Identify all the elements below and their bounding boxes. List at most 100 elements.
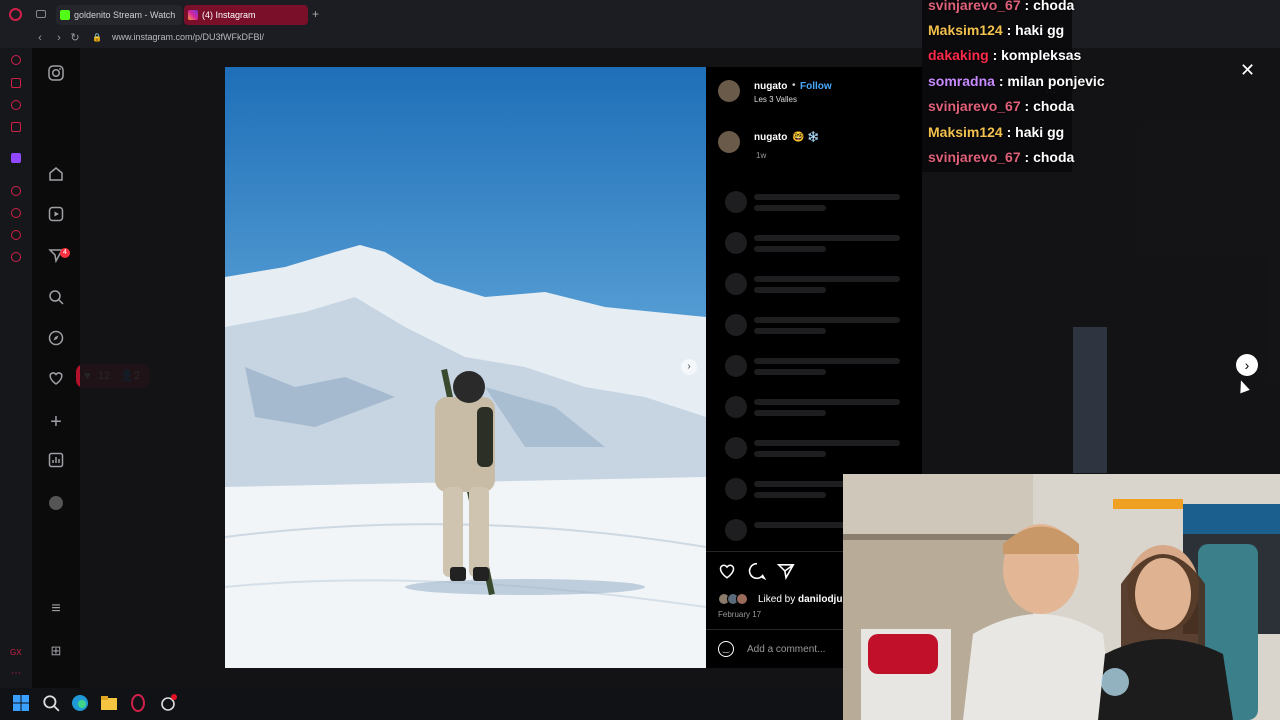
loading-comment-line [754, 287, 826, 293]
lock-icon: 🔒 [92, 33, 102, 42]
post-location[interactable]: Les 3 Valles [754, 95, 797, 104]
reload-icon[interactable]: ↻ [68, 31, 82, 45]
explore-icon[interactable] [46, 330, 66, 350]
search-taskbar-icon[interactable] [42, 694, 62, 714]
file-explorer-icon[interactable] [100, 694, 120, 714]
chat-text: : milan ponjevic [998, 73, 1105, 89]
sidebar-gx-icon[interactable]: GX [10, 648, 22, 657]
loading-comment-avatar [725, 273, 747, 295]
liked-by-avatars[interactable] [718, 593, 754, 605]
kick-icon [60, 10, 70, 20]
app-taskbar-icon[interactable] [159, 694, 179, 714]
loading-comment-line [754, 328, 826, 334]
emoji-icon[interactable]: ‿ [718, 641, 734, 657]
photo-next-arrow-icon[interactable]: › [681, 359, 697, 375]
dashboard-icon[interactable] [46, 452, 66, 472]
like-icon[interactable] [718, 562, 736, 585]
sidebar-history-icon[interactable] [11, 208, 21, 218]
post-date: February 17 [718, 610, 762, 619]
loading-comment-avatar [725, 437, 747, 459]
sidebar-twitch-icon[interactable] [11, 153, 21, 163]
back-icon[interactable]: ‹ [33, 31, 47, 45]
opera-logo-icon[interactable] [9, 8, 22, 21]
loading-comment-line [754, 246, 826, 252]
chat-message: Maksim124 : haki gg [928, 124, 1064, 140]
chat-text: : haki gg [1006, 22, 1065, 38]
workspaces-icon[interactable] [36, 10, 46, 18]
chat-text: : kompleksas [992, 47, 1082, 63]
sidebar-extensions-icon[interactable] [11, 230, 21, 240]
liked-by-user[interactable]: danilodju [798, 594, 842, 605]
search-icon[interactable] [46, 289, 66, 309]
close-icon[interactable]: ✕ [1240, 60, 1255, 81]
also-from-meta-icon[interactable]: ⊞ [46, 641, 66, 661]
windows-taskbar [0, 688, 843, 720]
loading-comment-line [754, 440, 900, 446]
sidebar-aria-icon[interactable] [11, 55, 21, 65]
sidebar-bag-icon[interactable] [11, 78, 21, 88]
loading-comment-line [754, 358, 900, 364]
create-icon[interactable]: + [46, 412, 66, 432]
next-post-button[interactable]: › [1236, 354, 1258, 376]
comment-icon[interactable] [748, 562, 767, 585]
chat-user: Maksim124 [928, 124, 1003, 140]
post-image[interactable]: › [225, 67, 706, 668]
opera-sidebar: GX ⋯ [0, 48, 32, 688]
profile-avatar[interactable] [49, 496, 63, 510]
forward-icon[interactable]: › [52, 31, 66, 45]
loading-comment-avatar [725, 519, 747, 541]
loading-comment-avatar [725, 396, 747, 418]
loading-comment-line [754, 194, 900, 200]
chat-message: svinjarevo_67 : choda [928, 149, 1074, 165]
chat-message: somradna : milan ponjevic [928, 73, 1105, 89]
address-bar: ‹ › ↻ 🔒 www.instagram.com/p/DU3fWFkDFBl/ [0, 28, 1280, 48]
url-field[interactable]: www.instagram.com/p/DU3fWFkDFBl/ [112, 32, 264, 42]
author-username[interactable]: nugato [754, 81, 787, 92]
loading-comment-line [754, 235, 900, 241]
loading-comment-line [754, 276, 900, 282]
sidebar-mail-icon[interactable] [11, 122, 21, 132]
author-avatar[interactable] [718, 80, 740, 102]
tab-kick[interactable]: goldenito Stream - Watch [56, 5, 182, 25]
chat-text: : choda [1024, 98, 1075, 114]
chat-user: Maksim124 [928, 22, 1003, 38]
tab-instagram[interactable]: (4) Instagram [184, 5, 308, 25]
loading-comment-line [754, 317, 900, 323]
chat-message: svinjarevo_67 : choda [928, 0, 1074, 13]
chat-message: Maksim124 : haki gg [928, 22, 1064, 38]
loading-comment-line [754, 399, 900, 405]
webcam-feed [843, 474, 1280, 720]
new-tab-button[interactable]: + [312, 7, 319, 21]
windows-start-icon[interactable] [12, 694, 32, 714]
chat-user: svinjarevo_67 [928, 0, 1021, 13]
instagram-icon [188, 10, 198, 20]
home-icon[interactable] [46, 166, 66, 186]
follow-button[interactable]: Follow [800, 81, 832, 92]
caption-username[interactable]: nugato [754, 132, 787, 143]
chat-user: dakaking [928, 47, 989, 63]
sidebar-player-icon[interactable] [11, 186, 21, 196]
loading-comment-avatar [725, 478, 747, 500]
browser-titlebar: goldenito Stream - Watch (4) Instagram + [0, 0, 1280, 28]
sidebar-settings-icon[interactable] [11, 252, 21, 262]
chat-text: : choda [1024, 149, 1075, 165]
comment-input[interactable]: Add a comment... [747, 644, 825, 655]
instagram-nav [32, 48, 80, 688]
chat-user: svinjarevo_67 [928, 98, 1021, 114]
loading-comment-line [754, 369, 826, 375]
menu-icon[interactable]: ≡ [46, 599, 66, 619]
chat-user: somradna [928, 73, 995, 89]
dot-separator: • [792, 80, 796, 91]
opera-gx-taskbar-icon[interactable] [129, 694, 149, 714]
instagram-logo-icon[interactable] [46, 65, 66, 85]
reels-icon[interactable] [46, 206, 66, 226]
loading-comment-line [754, 410, 826, 416]
edge-icon[interactable] [71, 694, 91, 714]
caption-time: 1w [756, 151, 767, 160]
stream-chat-overlay: svinjarevo_67 : choda Maksim124 : haki g… [922, 0, 1105, 172]
sidebar-more-icon[interactable]: ⋯ [11, 668, 21, 679]
sidebar-messenger-icon[interactable] [11, 100, 21, 110]
notifications-heart-icon[interactable] [46, 370, 66, 390]
share-icon[interactable] [776, 562, 795, 585]
caption-avatar[interactable] [718, 131, 740, 153]
